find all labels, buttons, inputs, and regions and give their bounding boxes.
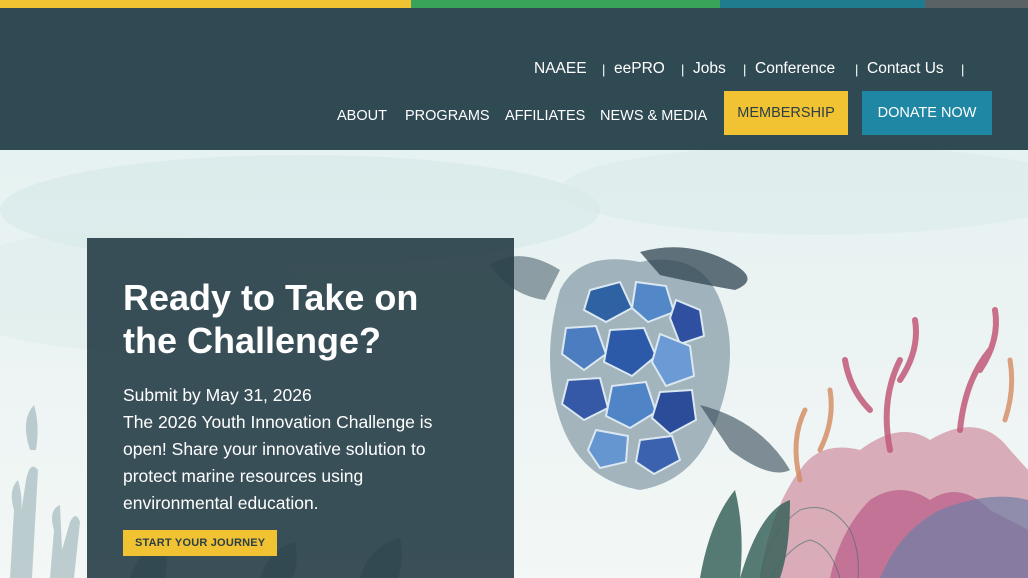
hero-title: Ready to Take on the Challenge? xyxy=(123,277,419,361)
strip-green xyxy=(411,0,720,8)
hero-banner: Ready to Take on the Challenge? Submit b… xyxy=(0,150,1028,578)
util-nav-conference[interactable]: Conference xyxy=(755,60,835,78)
util-nav-contact-us[interactable]: Contact Us xyxy=(867,60,944,78)
nav-affiliates[interactable]: AFFILIATES xyxy=(505,108,585,124)
util-nav-separator: | xyxy=(681,62,685,77)
util-nav-separator: | xyxy=(855,62,859,77)
util-nav-separator: | xyxy=(602,62,606,77)
membership-button[interactable]: MEMBERSHIP xyxy=(724,91,848,135)
strip-gray xyxy=(925,0,1028,8)
hero-content-panel: Ready to Take on the Challenge? Submit b… xyxy=(87,238,514,578)
brand-color-strip xyxy=(0,0,1028,8)
donate-now-button[interactable]: DONATE NOW xyxy=(862,91,992,135)
util-nav-separator: | xyxy=(743,62,747,77)
nav-programs[interactable]: PROGRAMS xyxy=(405,108,490,124)
nav-about[interactable]: ABOUT xyxy=(337,108,387,124)
nav-news-media[interactable]: NEWS & MEDIA xyxy=(600,108,707,124)
site-header: NAAEE | eePRO | Jobs | Conference | Cont… xyxy=(0,8,1028,150)
util-nav-eepro[interactable]: eePRO xyxy=(614,60,665,78)
strip-yellow xyxy=(0,0,411,8)
strip-teal xyxy=(720,0,925,8)
hero-deadline: Submit by May 31, 2026 xyxy=(123,385,312,405)
util-nav-jobs[interactable]: Jobs xyxy=(693,60,726,78)
util-nav-naaee[interactable]: NAAEE xyxy=(534,60,587,78)
utility-nav: NAAEE | eePRO | Jobs | Conference | Cont… xyxy=(0,60,1028,80)
util-nav-separator: | xyxy=(961,62,965,77)
hero-description: The 2026 Youth Innovation Challenge is o… xyxy=(123,412,433,513)
start-your-journey-button[interactable]: START YOUR JOURNEY xyxy=(123,530,278,556)
